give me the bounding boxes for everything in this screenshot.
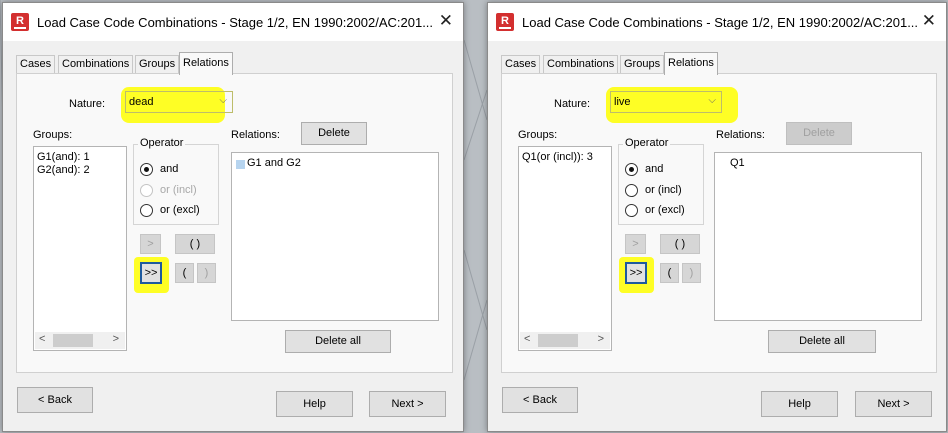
list-item[interactable]: G1(and): 1	[37, 151, 90, 163]
nature-label: Nature:	[69, 98, 106, 110]
next-button[interactable]: Next >	[369, 391, 446, 417]
operator-group: Operator and or (incl) or (excl)	[618, 137, 704, 225]
operator-or-excl-label: or (excl)	[160, 204, 200, 216]
nature-dropdown[interactable]: live ⌵	[610, 91, 722, 113]
tab-combinations[interactable]: Combinations	[543, 55, 619, 74]
add-relation-button[interactable]: >	[140, 234, 161, 254]
tab-cases[interactable]: Cases	[16, 55, 56, 74]
groups-list[interactable]: Q1(or (incl)): 3 < >	[518, 146, 612, 351]
title-bar: R Load Case Code Combinations - Stage 1/…	[488, 3, 946, 41]
autodesk-robot-icon: R	[496, 13, 514, 31]
chevron-down-icon: ⌵	[219, 95, 227, 106]
load-case-combinations-dialog-right: R Load Case Code Combinations - Stage 1/…	[487, 2, 947, 432]
horizontal-scrollbar[interactable]: < >	[520, 332, 610, 349]
open-paren-button[interactable]: (	[660, 263, 679, 283]
operator-and-radio[interactable]	[625, 163, 638, 176]
operator-label: Operator	[138, 137, 186, 149]
dialog-title: Load Case Code Combinations - Stage 1/2,…	[37, 15, 434, 30]
relations-label: Relations:	[716, 129, 765, 141]
title-bar: R Load Case Code Combinations - Stage 1/…	[3, 3, 463, 41]
add-all-button[interactable]: >>	[625, 262, 647, 284]
list-item[interactable]: Q1	[730, 157, 745, 169]
delete-button[interactable]: Delete	[301, 122, 367, 145]
back-button[interactable]: < Back	[502, 387, 578, 413]
tab-relations[interactable]: Relations	[664, 52, 718, 75]
close-paren-button[interactable]: )	[682, 263, 701, 283]
operator-and-label: and	[160, 163, 179, 175]
relations-panel: Nature: live ⌵ Groups: Q1(or (incl)): 3 …	[501, 73, 937, 373]
operator-or-incl-radio[interactable]	[140, 184, 153, 197]
operator-or-incl-label: or (incl)	[160, 184, 197, 196]
list-item[interactable]: G2(and): 2	[37, 164, 90, 176]
operator-or-excl-radio[interactable]	[625, 204, 638, 217]
operator-or-excl-radio[interactable]	[140, 204, 153, 217]
close-icon[interactable]: ✕	[439, 12, 453, 30]
nature-dropdown[interactable]: dead ⌵	[125, 91, 233, 113]
operator-group: Operator and or (incl) or (excl)	[133, 137, 219, 225]
next-button[interactable]: Next >	[855, 391, 932, 417]
groups-label: Groups:	[518, 129, 558, 141]
tab-groups[interactable]: Groups	[135, 55, 180, 74]
delete-button[interactable]: Delete	[786, 122, 852, 145]
scroll-thumb[interactable]	[538, 334, 578, 347]
nature-value: dead	[129, 96, 154, 108]
close-paren-button[interactable]: )	[197, 263, 216, 283]
autodesk-robot-icon: R	[11, 13, 29, 31]
operator-label: Operator	[623, 137, 671, 149]
nature-label: Nature:	[554, 98, 591, 110]
operator-and-label: and	[645, 163, 664, 175]
groups-label: Groups:	[33, 129, 73, 141]
scroll-left-icon[interactable]: <	[524, 333, 530, 345]
operator-and-radio[interactable]	[140, 163, 153, 176]
help-button[interactable]: Help	[761, 391, 838, 417]
tab-groups[interactable]: Groups	[620, 55, 665, 74]
list-item[interactable]: Q1(or (incl)): 3	[522, 151, 593, 163]
delete-all-button[interactable]: Delete all	[285, 330, 391, 353]
add-relation-button[interactable]: >	[625, 234, 646, 254]
nature-value: live	[614, 96, 631, 108]
back-button[interactable]: < Back	[17, 387, 93, 413]
relations-list[interactable]: G1 and G2	[231, 152, 439, 321]
add-all-button[interactable]: >>	[140, 262, 162, 284]
operator-or-incl-radio[interactable]	[625, 184, 638, 197]
paren-pair-button[interactable]: ( )	[175, 234, 215, 254]
operator-or-excl-label: or (excl)	[645, 204, 685, 216]
list-item[interactable]: G1 and G2	[247, 157, 301, 169]
scroll-thumb[interactable]	[53, 334, 93, 347]
help-button[interactable]: Help	[276, 391, 353, 417]
scroll-right-icon[interactable]: >	[113, 333, 119, 345]
dialog-title: Load Case Code Combinations - Stage 1/2,…	[522, 15, 919, 30]
selection-marker-icon	[236, 160, 245, 169]
load-case-combinations-dialog-left: R Load Case Code Combinations - Stage 1/…	[2, 2, 464, 432]
tab-combinations[interactable]: Combinations	[58, 55, 134, 74]
paren-pair-button[interactable]: ( )	[660, 234, 700, 254]
close-icon[interactable]: ✕	[922, 12, 936, 30]
operator-or-incl-label: or (incl)	[645, 184, 682, 196]
horizontal-scrollbar[interactable]: < >	[35, 332, 125, 349]
groups-list[interactable]: G1(and): 1 G2(and): 2 < >	[33, 146, 127, 351]
tab-relations[interactable]: Relations	[179, 52, 233, 75]
scroll-right-icon[interactable]: >	[598, 333, 604, 345]
relations-label: Relations:	[231, 129, 280, 141]
open-paren-button[interactable]: (	[175, 263, 194, 283]
relations-list[interactable]: Q1	[714, 152, 922, 321]
delete-all-button[interactable]: Delete all	[768, 330, 876, 353]
chevron-down-icon: ⌵	[708, 95, 716, 106]
scroll-left-icon[interactable]: <	[39, 333, 45, 345]
relations-panel: Nature: dead ⌵ Groups: G1(and): 1 G2(and…	[16, 73, 453, 373]
tab-cases[interactable]: Cases	[501, 55, 541, 74]
